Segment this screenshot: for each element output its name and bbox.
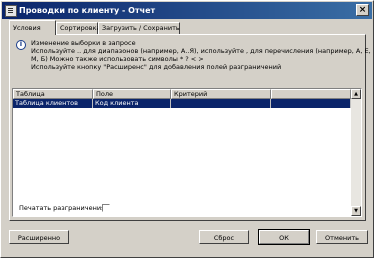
cell-criteria[interactable]	[171, 99, 271, 108]
window-title: Проводки по клиенту - Отчет	[19, 6, 156, 15]
conditions-grid[interactable]: Таблица Поле Критерий Таблица клиентов К…	[12, 88, 362, 217]
tab-load-save[interactable]: Загрузить / Сохранить	[98, 22, 180, 34]
scroll-up-icon[interactable]: ▲	[351, 89, 361, 99]
instructions-line: Используйте .. для диапазонов (например,…	[31, 47, 371, 55]
table-row[interactable]: Таблица клиентов Код клиента	[13, 99, 351, 108]
grid-header: Таблица Поле Критерий	[13, 89, 361, 99]
instructions-line: Изменение выборки в запросе	[31, 39, 136, 47]
column-header-field[interactable]: Поле	[93, 89, 171, 99]
vertical-scrollbar[interactable]	[351, 99, 361, 206]
column-header-empty[interactable]	[271, 89, 351, 99]
instructions-line: Используйте кнопку "Расширенс" для добав…	[31, 63, 282, 71]
tab-sorting[interactable]: Сортировка	[56, 22, 101, 34]
ok-button[interactable]: ОК	[258, 229, 310, 245]
print-delimiters-label: Печатать разграничения	[19, 204, 105, 212]
print-delimiters-checkbox[interactable]	[102, 204, 110, 212]
instructions-text: Изменение выборки в запросе Используйте …	[31, 39, 371, 71]
cell-table[interactable]: Таблица клиентов	[13, 99, 93, 108]
advanced-button[interactable]: Расширенно	[9, 230, 69, 244]
instructions-line: М, Б) Можно также использовать символы *…	[31, 55, 204, 63]
report-app-icon	[5, 5, 17, 17]
conditions-panel: Изменение выборки в запросе Используйте …	[9, 34, 371, 221]
column-header-table[interactable]: Таблица	[13, 89, 93, 99]
cancel-button[interactable]: Отменить	[316, 230, 368, 244]
info-icon	[16, 40, 26, 50]
close-button[interactable]: ×	[356, 4, 369, 16]
column-header-criteria[interactable]: Критерий	[171, 89, 271, 99]
reset-button[interactable]: Сброс	[199, 230, 249, 244]
cell-field[interactable]: Код клиента	[93, 99, 171, 108]
cell-extra[interactable]	[271, 99, 351, 108]
report-dialog: Проводки по клиенту - Отчет × Условия Со…	[0, 0, 374, 258]
scroll-down-icon[interactable]: ▼	[351, 206, 361, 216]
title-bar[interactable]: Проводки по клиенту - Отчет ×	[2, 2, 372, 19]
tab-conditions[interactable]: Условия	[9, 20, 56, 35]
